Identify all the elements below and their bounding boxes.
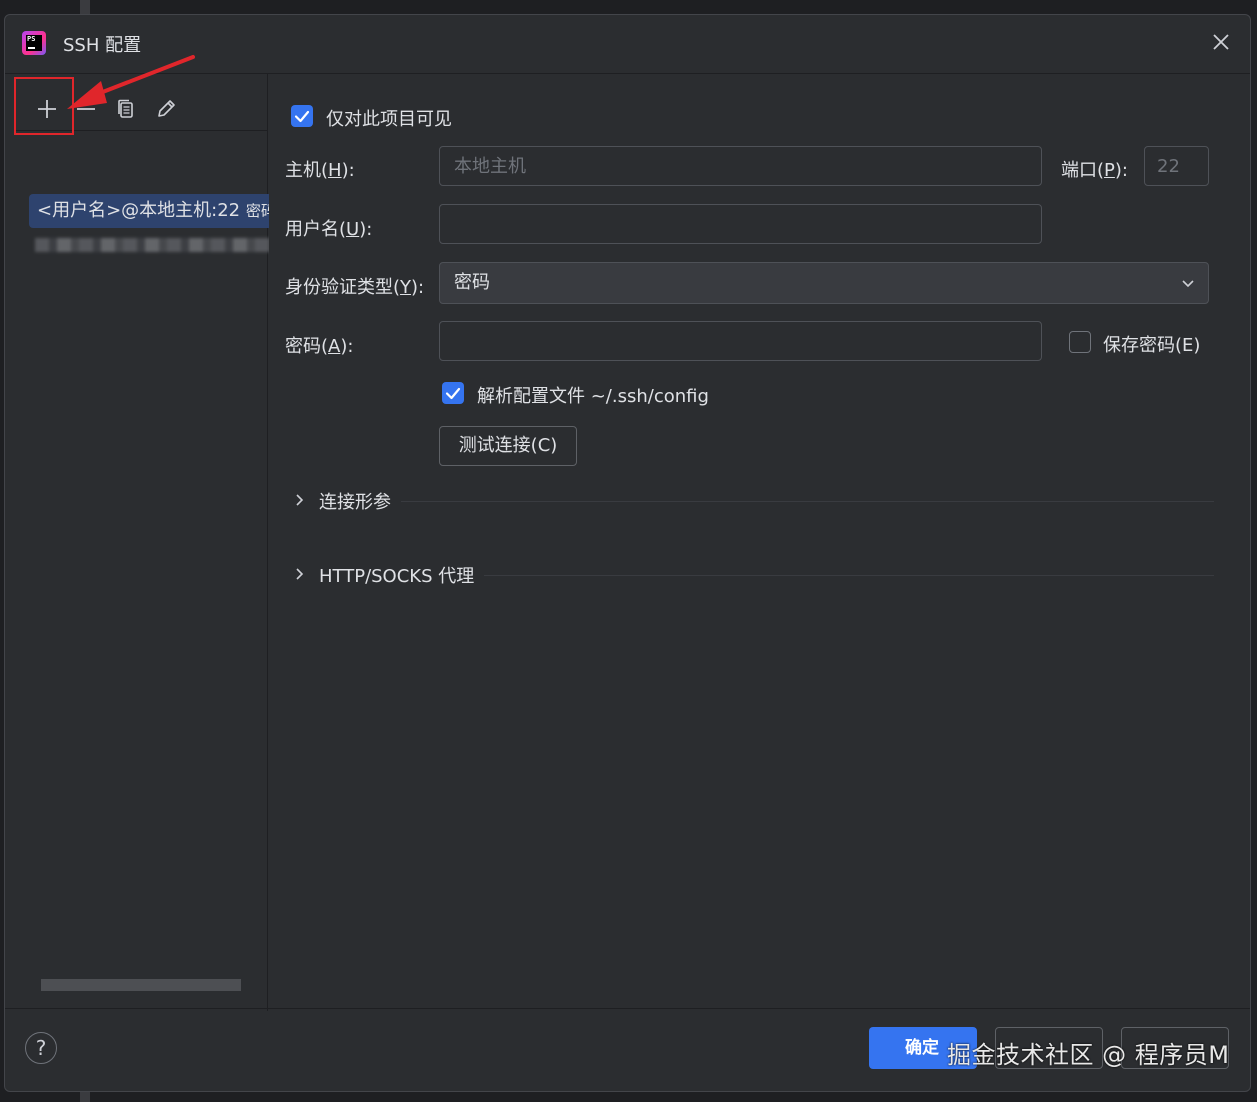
ssh-config-dialog: PS SSH 配置 <用户名>@本地主机:22 密码 (4, 14, 1251, 1092)
auth-type-dropdown[interactable]: 密码 (439, 262, 1209, 304)
close-icon (1213, 34, 1229, 50)
host-label: 主机(H): (285, 160, 355, 181)
help-button[interactable]: ? (25, 1032, 57, 1064)
chevron-right-icon (296, 568, 304, 580)
port-input[interactable] (1144, 146, 1209, 186)
chevron-down-icon (1182, 280, 1194, 288)
section-divider (319, 501, 1214, 502)
username-input[interactable] (439, 204, 1042, 244)
port-label: 端口(P): (1061, 160, 1128, 181)
visible-only-checkbox[interactable] (291, 105, 313, 127)
obscured-entry (35, 238, 269, 252)
check-icon (294, 110, 310, 123)
phpstorm-app-icon: PS (22, 31, 46, 55)
dialog-footer: ? 确定 掘金技术社区 @ 程序员M (5, 1008, 1250, 1091)
proxy-section[interactable]: HTTP/SOCKS 代理 (291, 560, 1214, 590)
test-connection-button[interactable]: 测试连接(C) (439, 426, 577, 466)
ssh-config-form: 仅对此项目可见 主机(H): 端口(P): 用户名(U): 身份验证类型(Y):… (267, 74, 1250, 1011)
chevron-right-icon (296, 494, 304, 506)
parse-config-label: 解析配置文件 ~/.ssh/config (477, 386, 709, 407)
close-button[interactable] (1208, 29, 1234, 55)
password-label: 密码(A): (285, 336, 354, 357)
list-item-label: <用户名>@本地主机:22 (37, 200, 241, 221)
save-password-label: 保存密码(E) (1103, 335, 1201, 356)
password-input[interactable] (439, 321, 1042, 361)
check-icon (445, 387, 461, 400)
list-item[interactable] (29, 228, 269, 262)
ssh-config-list-panel: <用户名>@本地主机:22 密码 (5, 74, 269, 1011)
background-strip (80, 0, 90, 14)
host-input[interactable] (439, 146, 1042, 186)
annotation-arrow-icon (67, 55, 195, 109)
visible-only-label: 仅对此项目可见 (326, 109, 452, 130)
ssh-config-list: <用户名>@本地主机:22 密码 (29, 194, 269, 262)
connection-params-section[interactable]: 连接形参 (291, 486, 1214, 516)
save-password-checkbox[interactable] (1069, 331, 1091, 353)
auth-type-label: 身份验证类型(Y): (285, 277, 425, 298)
list-item-auth: 密码 (245, 202, 269, 220)
section-title: HTTP/SOCKS 代理 (319, 562, 485, 588)
list-item[interactable]: <用户名>@本地主机:22 密码 (29, 194, 269, 228)
username-label: 用户名(U): (285, 219, 373, 240)
section-title: 连接形参 (319, 488, 401, 514)
parse-config-checkbox[interactable] (442, 382, 464, 404)
auth-type-value: 密码 (454, 272, 490, 293)
watermark-text: 掘金技术社区 @ 程序员M (947, 1041, 1230, 1069)
background-strip (80, 1092, 90, 1102)
help-icon: ? (35, 1036, 47, 1060)
horizontal-scrollbar[interactable] (41, 979, 241, 991)
